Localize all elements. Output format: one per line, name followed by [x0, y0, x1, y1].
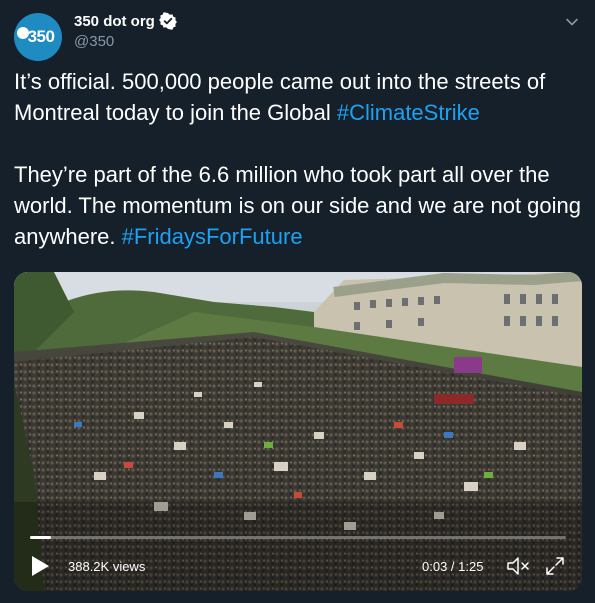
avatar-text: 350 [27, 27, 55, 46]
author-handle[interactable]: @350 [74, 33, 114, 50]
chevron-down-icon[interactable] [563, 13, 581, 31]
hashtag-fridaysforfuture[interactable]: #FridaysForFuture [122, 224, 303, 249]
author-name[interactable]: 350 dot org [74, 13, 155, 30]
video-view-count: 388.2K views [68, 559, 146, 574]
tweet-card: 350 350 dot org @350 It’s official. 500,… [0, 0, 595, 603]
tweet-paragraph-2: They’re part of the 6.6 million who took… [14, 159, 584, 252]
mute-icon[interactable] [506, 555, 532, 577]
expand-icon[interactable] [544, 555, 566, 577]
play-icon[interactable] [30, 555, 50, 577]
hashtag-climatestrike[interactable]: #ClimateStrike [337, 100, 480, 125]
tweet-paragraph-1: It’s official. 500,000 people came out i… [14, 66, 584, 128]
avatar[interactable]: 350 [14, 13, 62, 61]
video-progress-fill [30, 536, 52, 539]
video-time: 0:03 / 1:25 [422, 559, 484, 574]
verified-badge-icon [158, 12, 177, 30]
tweet-text: It’s official. 500,000 people came out i… [14, 66, 584, 252]
author-name-row: 350 dot org [74, 12, 177, 30]
video-progress-bar[interactable] [30, 536, 566, 539]
video-frame-crowd [14, 272, 582, 591]
video-player[interactable]: 388.2K views 0:03 / 1:25 [14, 272, 582, 591]
